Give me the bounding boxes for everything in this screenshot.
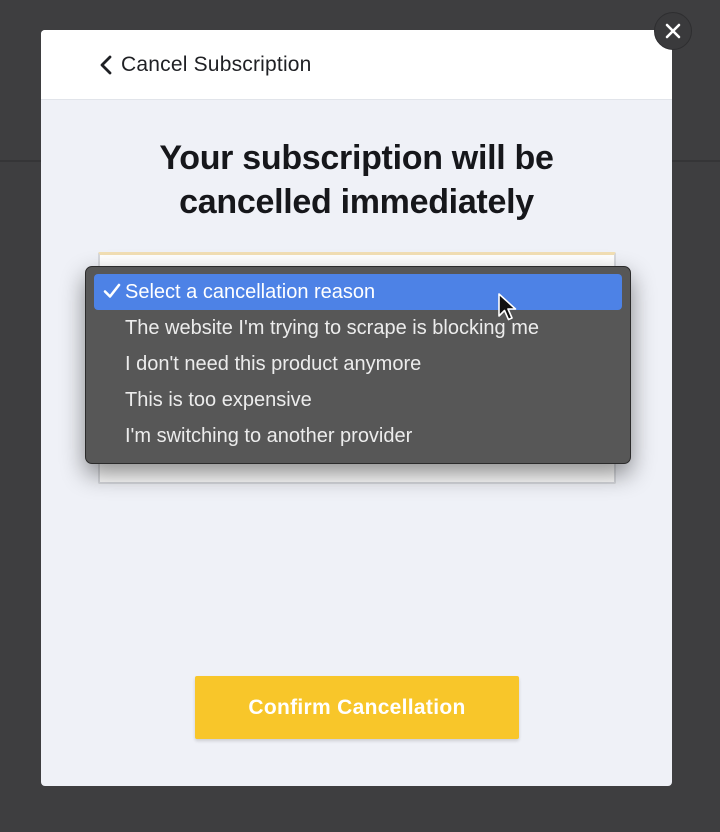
option-label: This is too expensive — [125, 388, 312, 411]
option-label: The website I'm trying to scrape is bloc… — [125, 316, 539, 339]
dropdown-option-too-expensive[interactable]: This is too expensive — [94, 382, 622, 418]
dropdown-option-website-blocking[interactable]: The website I'm trying to scrape is bloc… — [94, 310, 622, 346]
option-label: Select a cancellation reason — [125, 280, 376, 303]
cancel-subscription-modal: Cancel Subscription Your subscription wi… — [41, 30, 672, 786]
confirm-cancellation-button[interactable]: Confirm Cancellation — [195, 676, 519, 739]
modal-header: Cancel Subscription — [41, 30, 672, 100]
checkmark-icon — [103, 283, 121, 298]
back-button[interactable]: Cancel Subscription — [99, 53, 312, 77]
close-icon — [665, 23, 681, 39]
modal-title: Your subscription will be cancelled imme… — [159, 139, 554, 221]
dropdown-option-select-reason[interactable]: Select a cancellation reason — [94, 274, 622, 310]
mouse-pointer-icon — [498, 293, 517, 321]
option-label: I don't need this product anymore — [125, 352, 422, 375]
option-label: I'm switching to another provider — [125, 424, 413, 447]
chevron-left-icon — [100, 55, 112, 74]
close-button[interactable] — [654, 12, 692, 50]
back-button-label: Cancel Subscription — [121, 52, 312, 76]
cancellation-reason-dropdown: Select a cancellation reason The website… — [85, 266, 631, 464]
dropdown-option-no-longer-needed[interactable]: I don't need this product anymore — [94, 346, 622, 382]
dropdown-option-switching-provider[interactable]: I'm switching to another provider — [94, 418, 622, 454]
